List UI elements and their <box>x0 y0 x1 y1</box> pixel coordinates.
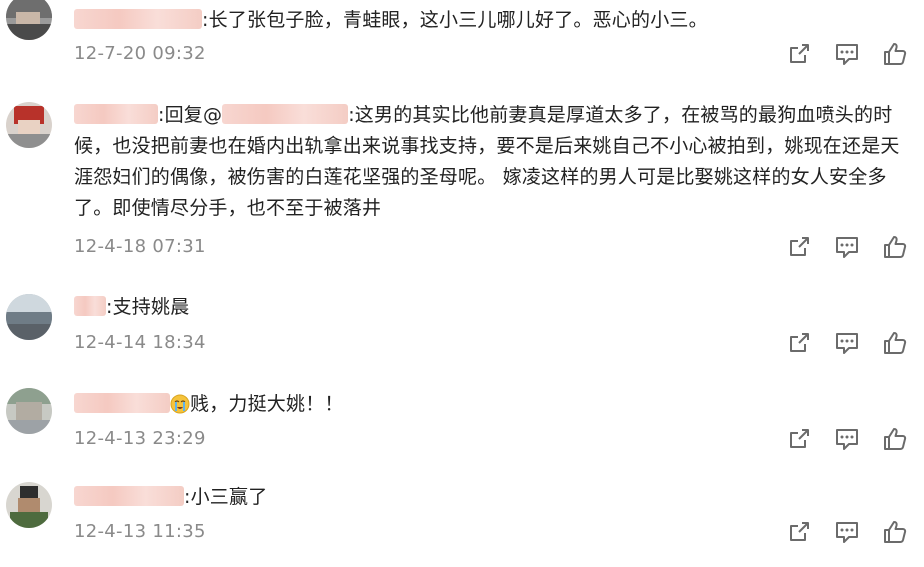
timestamp: 12-4-14 18:34 <box>74 332 206 353</box>
like-icon[interactable] <box>882 519 908 545</box>
comment-text: 贱，力挺大姚！！ <box>74 389 912 420</box>
comment-actions <box>786 519 910 545</box>
avatar[interactable] <box>6 0 52 40</box>
share-icon[interactable] <box>786 330 812 356</box>
crying-face-icon <box>170 394 190 414</box>
comment-text: :支持姚晨 <box>74 292 912 323</box>
comment-icon[interactable] <box>834 234 860 260</box>
comment-actions <box>786 330 910 356</box>
comment-item: :回复@:这男的其实比他前妻真是厚道太多了，在被骂的最狗血喷头的时候，也没把前妻… <box>0 92 924 272</box>
comment-item: :支持姚晨 12-4-14 18:34 <box>0 284 924 370</box>
timestamp: 12-4-13 11:35 <box>74 521 206 542</box>
share-icon[interactable] <box>786 41 812 67</box>
comment-actions <box>786 234 910 260</box>
comment-body: :长了张包子脸，青蛙眼，这小三儿哪儿好了。恶心的小三。 <box>202 9 708 31</box>
like-icon[interactable] <box>882 426 908 452</box>
comment-body: :小三赢了 <box>184 486 268 508</box>
comment-icon[interactable] <box>834 330 860 356</box>
comment-icon[interactable] <box>834 41 860 67</box>
comment-actions <box>786 426 910 452</box>
avatar[interactable] <box>6 388 52 434</box>
username-redacted[interactable] <box>74 296 106 316</box>
comment-actions <box>786 41 910 67</box>
comment-body: :支持姚晨 <box>106 296 190 318</box>
username-redacted[interactable] <box>74 486 184 506</box>
comment-text: :回复@:这男的其实比他前妻真是厚道太多了，在被骂的最狗血喷头的时候，也没把前妻… <box>74 100 912 224</box>
comment-item: :长了张包子脸，青蛙眼，这小三儿哪儿好了。恶心的小三。 12-7-20 09:3… <box>0 0 924 90</box>
comment-body: 贱，力挺大姚！！ <box>190 393 344 415</box>
timestamp: 12-4-13 23:29 <box>74 428 206 449</box>
share-icon[interactable] <box>786 519 812 545</box>
username-redacted[interactable] <box>74 9 202 29</box>
comment-item: :小三赢了 12-4-13 11:35 <box>0 472 924 567</box>
avatar[interactable] <box>6 482 52 528</box>
avatar[interactable] <box>6 294 52 340</box>
like-icon[interactable] <box>882 330 908 356</box>
like-icon[interactable] <box>882 41 908 67</box>
like-icon[interactable] <box>882 234 908 260</box>
username-redacted[interactable] <box>74 393 170 413</box>
comment-icon[interactable] <box>834 519 860 545</box>
timestamp: 12-4-18 07:31 <box>74 236 206 257</box>
comment-item: 贱，力挺大姚！！ 12-4-13 23:29 <box>0 378 924 464</box>
share-icon[interactable] <box>786 234 812 260</box>
reply-target-redacted[interactable] <box>222 104 349 124</box>
comment-text: :小三赢了 <box>74 482 912 513</box>
timestamp: 12-7-20 09:32 <box>74 43 206 64</box>
reply-prefix: :回复@ <box>158 104 223 126</box>
username-redacted[interactable] <box>74 104 158 124</box>
share-icon[interactable] <box>786 426 812 452</box>
comment-text: :长了张包子脸，青蛙眼，这小三儿哪儿好了。恶心的小三。 <box>74 5 912 36</box>
comment-icon[interactable] <box>834 426 860 452</box>
avatar[interactable] <box>6 102 52 148</box>
